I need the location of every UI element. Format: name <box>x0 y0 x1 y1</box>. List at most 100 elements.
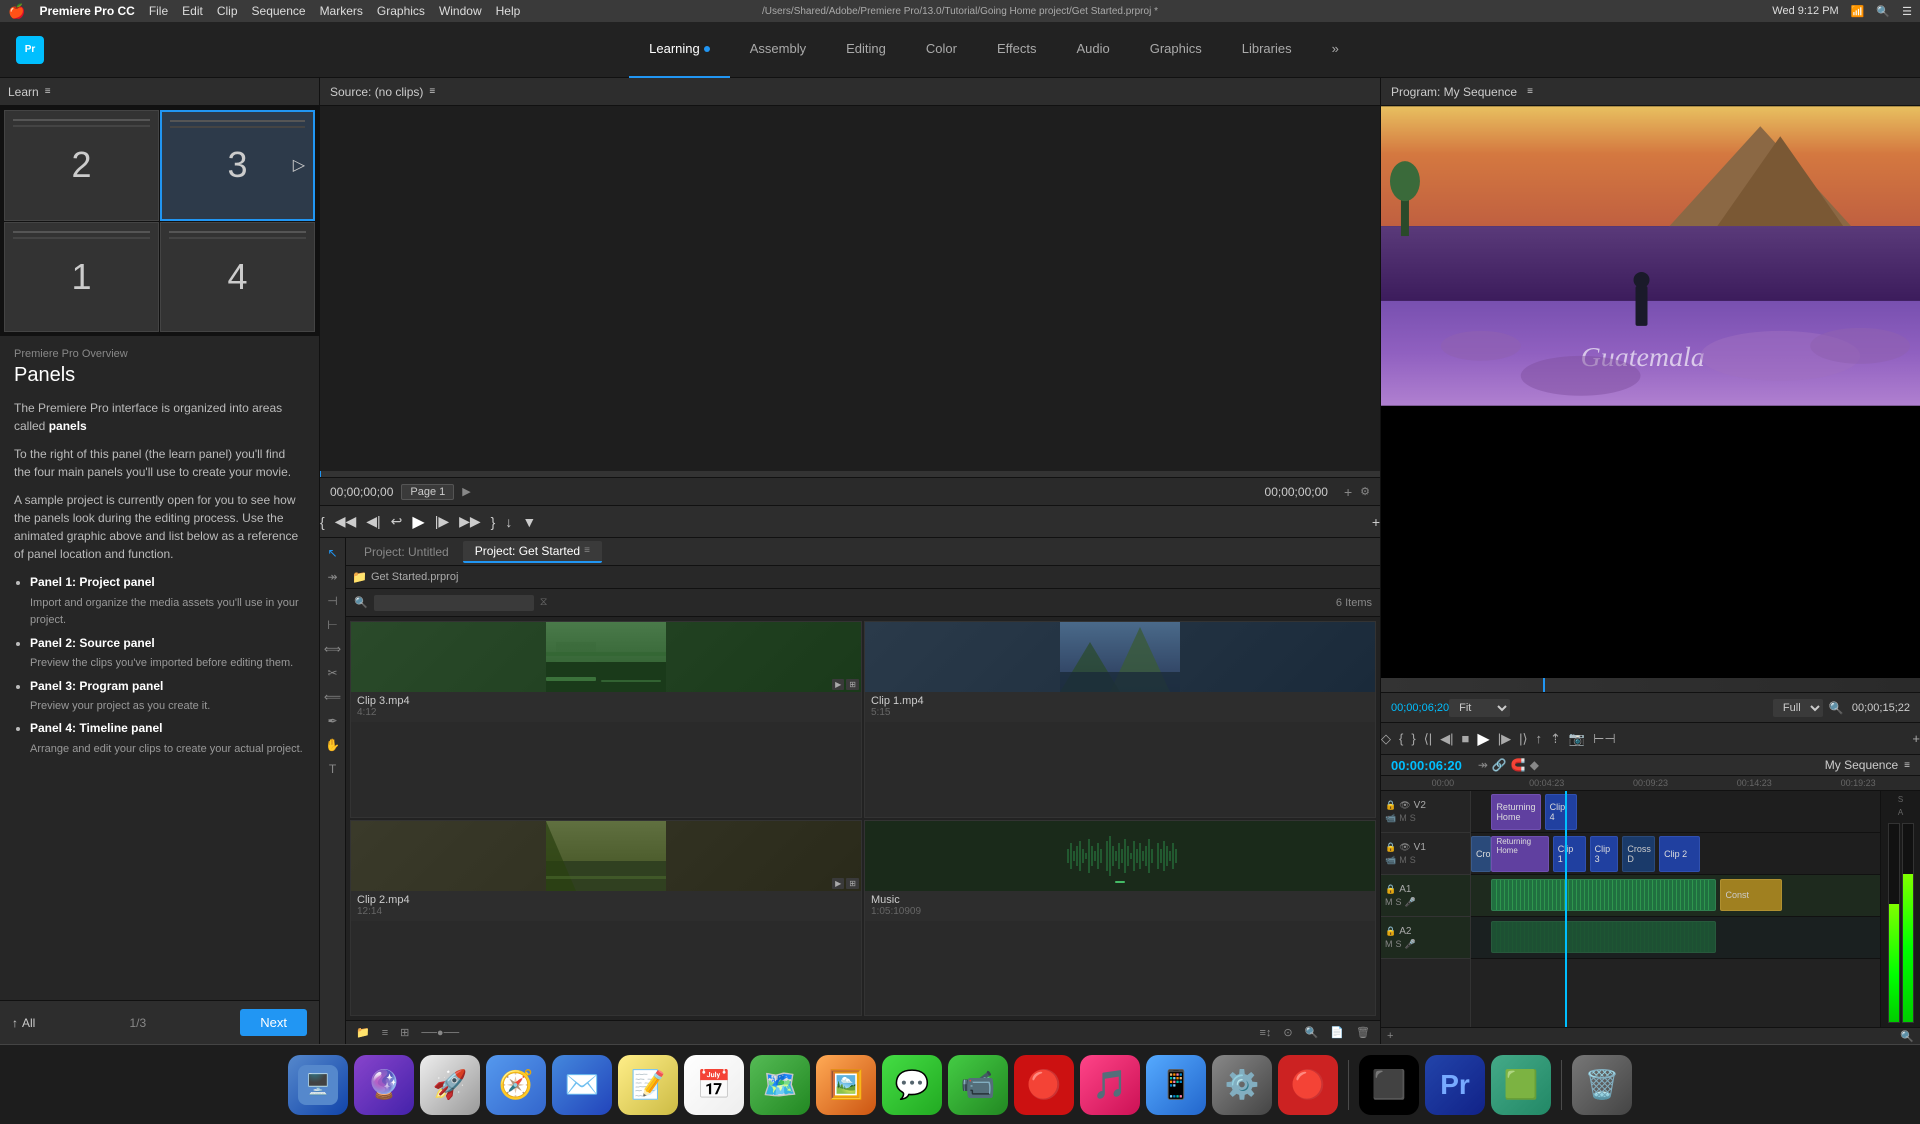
dock-appstore[interactable]: 📱 <box>1146 1055 1206 1115</box>
magnify-icon[interactable]: 🔍 <box>1829 701 1844 715</box>
new-item-btn[interactable]: 📄 <box>1326 1024 1348 1041</box>
transport-loop[interactable]: ↩ <box>391 513 403 530</box>
a1-lock-icon[interactable]: 🔒 <box>1385 884 1396 895</box>
dock-siri[interactable]: 🔮 <box>354 1055 414 1115</box>
v2-mute-icon[interactable]: M <box>1399 813 1407 824</box>
tl-tool-link[interactable]: 🔗 <box>1492 758 1507 772</box>
project-tab-untitled[interactable]: Project: Untitled <box>352 541 461 563</box>
prog-go-to-in[interactable]: ⟨| <box>1424 731 1432 747</box>
tab-graphics[interactable]: Graphics <box>1130 22 1222 78</box>
timeline-menu-icon[interactable]: ≡ <box>1904 760 1910 771</box>
all-button[interactable]: ↑ All <box>12 1016 35 1030</box>
dock-calendar[interactable]: 📅 <box>684 1055 744 1115</box>
zoom-slider[interactable]: ──●── <box>417 1025 463 1041</box>
prog-add-btn[interactable]: + <box>1912 731 1920 746</box>
tool-slip[interactable]: ⟸ <box>322 686 344 708</box>
video-track-v1[interactable]: Cross Returning Home Clip 1 Clip 3 Cross… <box>1471 833 1880 875</box>
prog-mark-out[interactable]: } <box>1411 731 1415 746</box>
menu-edit[interactable]: Edit <box>182 4 203 18</box>
program-menu-icon[interactable]: ≡ <box>1527 86 1533 97</box>
transport-mark-in[interactable]: { <box>320 514 325 530</box>
menu-window[interactable]: Window <box>439 4 482 18</box>
clip-returning-home-v1[interactable]: Returning Home <box>1491 836 1548 872</box>
project-search-input[interactable] <box>374 595 534 611</box>
a2-lock-icon[interactable]: 🔒 <box>1385 926 1396 937</box>
v1-camera-icon[interactable]: 📹 <box>1385 855 1396 866</box>
tab-more[interactable]: » <box>1312 22 1359 78</box>
prog-add-marker[interactable]: ◇ <box>1381 731 1391 747</box>
find-btn[interactable]: 🔍 <box>1301 1024 1323 1041</box>
tl-tool-magnet[interactable]: 🧲 <box>1511 758 1526 772</box>
tl-add-track[interactable]: + <box>1387 1030 1393 1042</box>
audio-clip-const[interactable]: Const <box>1720 879 1781 911</box>
delete-btn[interactable]: 🗑 <box>1352 1024 1374 1041</box>
v2-toggle-icon[interactable]: 👁 <box>1399 800 1410 811</box>
audio-track-a1[interactable]: Const <box>1471 875 1880 917</box>
page-button[interactable]: Page 1 <box>401 484 454 500</box>
transport-ffwd[interactable]: ▶▶ <box>459 513 481 530</box>
tool-track-select[interactable]: ↠ <box>322 566 344 588</box>
menu-file[interactable]: File <box>149 4 168 18</box>
notifications-icon[interactable]: ☰ <box>1902 5 1912 18</box>
tl-tool-track-select[interactable]: ↠ <box>1478 758 1488 772</box>
dock-trash[interactable]: 🗑️ <box>1572 1055 1632 1115</box>
learn-panel-menu-icon[interactable]: ≡ <box>45 86 51 97</box>
learn-thumb-3[interactable]: 3 ▷ <box>160 110 315 221</box>
v2-camera-icon[interactable]: 📹 <box>1385 813 1396 824</box>
tool-ripple-edit[interactable]: ⊣ <box>322 590 344 612</box>
a2-solo-icon[interactable]: S <box>1396 939 1402 950</box>
next-button[interactable]: Next <box>240 1009 307 1036</box>
learn-thumb-4[interactable]: 4 <box>160 222 315 333</box>
prog-mark-in[interactable]: { <box>1399 731 1403 746</box>
menu-sequence[interactable]: Sequence <box>252 4 306 18</box>
transport-step-back[interactable]: ◀| <box>366 513 380 530</box>
audio-clip-a1[interactable] <box>1491 879 1716 911</box>
list-view-btn[interactable]: ≡ <box>378 1025 392 1041</box>
tool-rate-stretch[interactable]: ⟺ <box>322 638 344 660</box>
menu-help[interactable]: Help <box>496 4 521 18</box>
a1-mute-icon[interactable]: M <box>1385 897 1393 908</box>
prog-go-to-out[interactable]: |⟩ <box>1519 731 1527 747</box>
sort-btn[interactable]: ≡↕ <box>1255 1025 1275 1041</box>
tool-type[interactable]: T <box>322 758 344 780</box>
transport-step-fwd[interactable]: |▶ <box>435 513 449 530</box>
dock-photos[interactable]: 🖼️ <box>816 1055 876 1115</box>
cross-v1-1[interactable]: Cross <box>1471 836 1491 872</box>
new-bin-btn[interactable]: 📁 <box>352 1024 374 1041</box>
source-add-btn[interactable]: + <box>1344 484 1352 500</box>
a2-mic-icon[interactable]: 🎤 <box>1405 939 1416 950</box>
icon-view-btn[interactable]: ⊞ <box>396 1024 413 1041</box>
prog-step-fwd[interactable]: |▶ <box>1498 731 1511 747</box>
dock-finder[interactable]: 🖥️ <box>288 1055 348 1115</box>
menu-markers[interactable]: Markers <box>320 4 363 18</box>
program-fit-select[interactable]: Fit 25% 50% 100% <box>1449 699 1510 717</box>
a1-mic-icon[interactable]: 🎤 <box>1405 897 1416 908</box>
v1-sync-icon[interactable]: S <box>1410 855 1416 866</box>
prog-lift[interactable]: ↑ <box>1536 731 1543 746</box>
learn-thumb-2[interactable]: 2 <box>4 110 159 221</box>
v1-toggle-icon[interactable]: 👁 <box>1399 842 1410 853</box>
media-item-music[interactable]: Music 1:05:10909 <box>864 820 1376 1017</box>
v2-lock-icon[interactable]: 🔒 <box>1385 800 1396 811</box>
dock-notes[interactable]: 📝 <box>618 1055 678 1115</box>
tool-rolling-edit[interactable]: ⊢ <box>322 614 344 636</box>
a2-mute-icon[interactable]: M <box>1385 939 1393 950</box>
dock-music[interactable]: 🎵 <box>1080 1055 1140 1115</box>
clip-1-v1[interactable]: Clip 1 <box>1553 836 1586 872</box>
dock-system-prefs[interactable]: ⚙️ <box>1212 1055 1272 1115</box>
transport-overwrite[interactable]: ▼ <box>522 514 536 530</box>
project-tab-get-started[interactable]: Project: Get Started ≡ <box>463 541 602 563</box>
clip-3-v1[interactable]: Clip 3 <box>1590 836 1619 872</box>
dock-messages[interactable]: 💬 <box>882 1055 942 1115</box>
source-add-media[interactable]: + <box>1372 514 1380 530</box>
tab-effects[interactable]: Effects <box>977 22 1057 78</box>
apple-menu[interactable]: 🍎 <box>8 3 25 20</box>
menu-clip[interactable]: Clip <box>217 4 238 18</box>
tab-assembly[interactable]: Assembly <box>730 22 826 78</box>
media-item-clip3[interactable]: ▶ ⊞ Clip 3.mp4 4:12 <box>350 621 862 818</box>
source-panel-menu-icon[interactable]: ≡ <box>429 86 435 97</box>
dock-screenz[interactable]: 🟩 <box>1491 1055 1551 1115</box>
automate-btn[interactable]: ⊙ <box>1279 1024 1296 1041</box>
dock-premiere[interactable]: Pr <box>1425 1055 1485 1115</box>
dock-launchpad[interactable]: 🚀 <box>420 1055 480 1115</box>
